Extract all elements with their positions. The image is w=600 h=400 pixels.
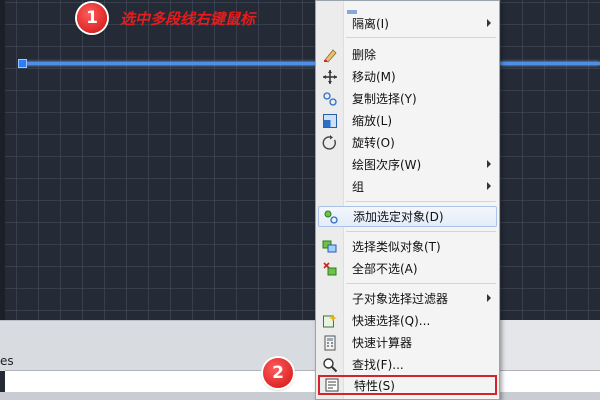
menu-item-scale[interactable]: 缩放(L) — [318, 110, 497, 131]
menu-item-label: 隔离(I) — [352, 17, 389, 31]
menu-item-label: 快速选择(Q)... — [352, 314, 431, 328]
move-icon — [318, 66, 342, 87]
submenu-arrow-icon — [487, 160, 491, 168]
rotate-icon — [318, 132, 342, 153]
polyline-grip-handle[interactable] — [18, 59, 27, 68]
menu-item-label: 复制选择(Y) — [352, 92, 417, 106]
step-1-annotation: 选中多段线右键鼠标 — [120, 10, 256, 28]
step-1-badge: 1 — [77, 3, 107, 33]
menu-item-rotate[interactable]: 旋转(O) — [318, 132, 497, 153]
submenu-arrow-icon — [487, 182, 491, 190]
menu-item-label: 全部不选(A) — [352, 262, 418, 276]
select-similar-icon — [318, 236, 342, 257]
menu-item-subobject-filter[interactable]: 子对象选择过滤器 — [318, 288, 497, 309]
menu-item-label: 绘图次序(W) — [352, 158, 422, 172]
find-icon — [318, 354, 342, 375]
add-selected-icon — [319, 206, 343, 227]
calculator-icon — [318, 332, 342, 353]
menu-item-label: 快速计算器 — [352, 336, 413, 350]
canvas-left-edge — [0, 0, 5, 320]
menu-item-isolate[interactable]: 隔离(I) — [318, 13, 497, 34]
menu-separator — [346, 231, 496, 232]
menu-item-label: 旋转(O) — [352, 136, 395, 150]
copy-icon — [318, 88, 342, 109]
selected-polyline[interactable] — [22, 62, 318, 65]
menu-item-label: 子对象选择过滤器 — [352, 292, 449, 306]
menu-item-move[interactable]: 移动(M) — [318, 66, 497, 87]
menu-item-label: 查找(F)... — [352, 358, 404, 372]
menu-item-draw-order[interactable]: 绘图次序(W) — [318, 154, 497, 175]
command-line-input[interactable] — [5, 370, 600, 393]
drawing-canvas[interactable] — [0, 0, 600, 320]
submenu-arrow-icon — [487, 294, 491, 302]
menu-item-quick-calculator[interactable]: 快速计算器 — [318, 332, 497, 353]
scale-icon — [318, 110, 342, 131]
selected-polyline-continuation[interactable] — [500, 62, 600, 65]
menu-item-properties[interactable]: 特性(S) — [318, 375, 497, 395]
right-panel-strip — [500, 320, 600, 370]
menu-item-label: 特性(S) — [354, 378, 395, 393]
menu-item-label: 添加选定对象(D) — [353, 210, 444, 224]
eraser-icon — [318, 44, 342, 65]
menu-item-label: 组 — [352, 180, 365, 194]
step-2-badge: 2 — [263, 358, 293, 388]
menu-item-copy-selection[interactable]: 复制选择(Y) — [318, 88, 497, 109]
status-bar — [0, 392, 600, 400]
menu-separator — [346, 37, 496, 38]
menu-item-find[interactable]: 查找(F)... — [318, 354, 497, 375]
properties-icon — [320, 375, 344, 396]
menu-item-group[interactable]: 组 — [318, 176, 497, 197]
quick-select-icon — [318, 310, 342, 331]
menu-item-quick-select[interactable]: 快速选择(Q)... — [318, 310, 497, 331]
step-2-number: 2 — [272, 363, 284, 383]
menu-item-erase[interactable]: 删除 — [318, 44, 497, 65]
menu-separator — [346, 283, 496, 284]
submenu-arrow-icon — [487, 19, 491, 27]
menu-separator — [346, 201, 496, 202]
step-1-number: 1 — [86, 8, 98, 28]
deselect-all-icon — [318, 258, 342, 279]
panel-text: es — [0, 354, 14, 368]
menu-item-label: 移动(M) — [352, 70, 396, 84]
menu-item-label: 缩放(L) — [352, 114, 393, 128]
menu-item-label: 删除 — [352, 48, 377, 62]
menu-item-deselect-all[interactable]: 全部不选(A) — [318, 258, 497, 279]
menu-item-select-similar[interactable]: 选择类似对象(T) — [318, 236, 497, 257]
menu-item-add-selected[interactable]: 添加选定对象(D) — [318, 206, 497, 227]
menu-item-label: 选择类似对象(T) — [352, 240, 441, 254]
menu-top-fragment — [345, 1, 359, 14]
context-menu: 隔离(I) 删除 移动(M) 复制选择(Y) 缩放(L) 旋转(O) 绘图次序(… — [315, 0, 500, 400]
